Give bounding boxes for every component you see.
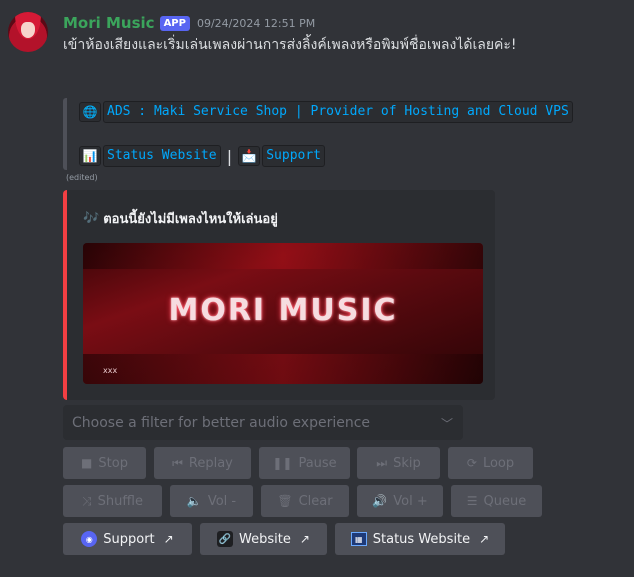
replay-button[interactable]: ⏮ Replay [154, 447, 251, 479]
stop-button[interactable]: ■ Stop [63, 447, 146, 479]
loop-button[interactable]: ⟳ Loop [448, 447, 533, 479]
message-text: เข้าห้องเสียงและเริ่มเล่นเพลงผ่านการส่งล… [63, 37, 517, 53]
username[interactable]: Mori Music [63, 14, 155, 32]
filter-select[interactable]: Choose a filter for better audio experie… [63, 405, 463, 440]
stop-label: Stop [98, 455, 128, 471]
external-link-icon: ↗ [479, 532, 490, 546]
timestamp[interactable]: 09/24/2024 12:51 PM [197, 17, 315, 30]
banner-title: MORI MUSIC [168, 293, 398, 328]
website-button-label: Website [239, 531, 291, 547]
link-icon: 🔗 [217, 531, 234, 547]
volume-down-label: Vol - [207, 493, 237, 509]
support-link-button[interactable]: ◉ Support ↗ [63, 523, 192, 555]
skip-button[interactable]: ⏭ Skip [357, 447, 440, 479]
message-header: Mori Music APP 09/24/2024 12:51 PM [63, 13, 315, 33]
replay-label: Replay [188, 455, 233, 471]
status-website-button-label: Status Website [372, 531, 471, 547]
clear-label: Clear [298, 493, 333, 509]
volume-down-button[interactable]: 🔈 Vol - [170, 485, 253, 517]
queue-icon: ☰ [466, 494, 478, 508]
ads-line: 🌐 ADS : Maki Service Shop | Provider of … [79, 101, 573, 123]
pause-icon: ❚❚ [272, 456, 293, 470]
queue-button[interactable]: ☰ Queue [451, 485, 542, 517]
banner-small-text: xxx [103, 366, 118, 375]
support-button-label: Support [103, 531, 155, 547]
inbox-icon: 📩 [238, 146, 261, 166]
loop-icon: ⟳ [466, 456, 477, 470]
volume-down-icon: 🔈 [186, 494, 202, 508]
links-line: 📊 Status Website | 📩 Support [79, 145, 326, 167]
monitor-icon: ▦ [350, 532, 367, 546]
status-website-link-button[interactable]: ▦ Status Website ↗ [335, 523, 505, 555]
website-link-button[interactable]: 🔗 Website ↗ [200, 523, 327, 555]
globe-icon: 🌐 [79, 102, 101, 122]
app-badge: APP [159, 15, 190, 31]
music-notes-icon: 🎶 [83, 211, 100, 226]
now-playing-embed: 🎶 ตอนนี้ยังไม่มีเพลงไหนให้เล่นอยู่ MORI … [63, 190, 495, 400]
embed-title-text: ตอนนี้ยังไม่มีเพลงไหนให้เล่นอยู่ [103, 212, 278, 227]
shuffle-button[interactable]: ⤨ Shuffle [63, 485, 162, 517]
ads-link[interactable]: ADS : Maki Service Shop | Provider of Ho… [103, 101, 573, 123]
pause-button[interactable]: ❚❚ Pause [259, 447, 350, 479]
discord-icon: ◉ [81, 531, 98, 547]
quote-bar [63, 98, 67, 170]
loop-label: Loop [482, 455, 515, 471]
status-website-link[interactable]: Status Website [103, 145, 221, 167]
chart-icon: 📊 [79, 146, 101, 166]
filter-select-placeholder: Choose a filter for better audio experie… [72, 414, 371, 431]
shuffle-icon: ⤨ [82, 493, 92, 508]
stop-icon: ■ [81, 456, 93, 470]
external-link-icon: ↗ [163, 532, 174, 546]
shuffle-label: Shuffle [97, 493, 143, 509]
clear-button[interactable]: 🗑 Clear [261, 485, 349, 517]
support-link[interactable]: Support [262, 145, 326, 167]
banner-image[interactable]: MORI MUSIC xxx [83, 243, 483, 384]
next-icon: ⏭ [376, 455, 388, 470]
separator: | [224, 146, 235, 166]
pause-label: Pause [298, 455, 337, 471]
external-link-icon: ↗ [299, 532, 310, 546]
chevron-down-icon: ﹀ [440, 417, 453, 431]
skip-label: Skip [393, 455, 421, 471]
volume-up-icon: 🔊 [372, 494, 388, 508]
previous-icon: ⏮ [172, 455, 183, 470]
volume-up-button[interactable]: 🔊 Vol + [357, 485, 443, 517]
embed-title: 🎶 ตอนนี้ยังไม่มีเพลงไหนให้เล่นอยู่ [83, 208, 278, 229]
volume-up-label: Vol + [393, 493, 428, 509]
queue-label: Queue [483, 493, 527, 509]
edited-label: (edited) [66, 173, 98, 182]
trash-icon: 🗑 [277, 494, 293, 508]
bot-avatar[interactable] [8, 12, 48, 52]
